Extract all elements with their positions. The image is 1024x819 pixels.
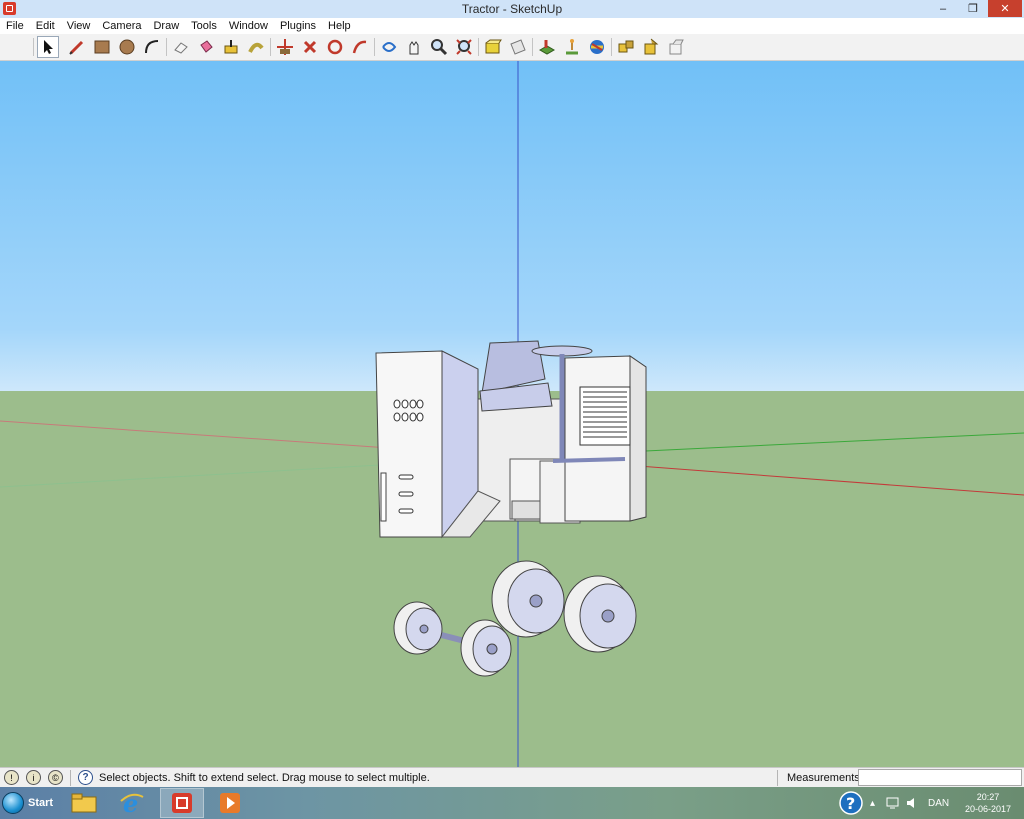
photo-textures-icon[interactable] bbox=[562, 37, 582, 57]
zoom-extents-icon[interactable] bbox=[454, 37, 474, 57]
sketchup-icon[interactable] bbox=[160, 788, 204, 818]
tractor-scene bbox=[0, 61, 1024, 767]
street-view-icon[interactable] bbox=[587, 37, 607, 57]
toolbar-separator bbox=[33, 38, 34, 56]
clock-date: 20-06-2017 bbox=[964, 804, 1012, 814]
follow-me-icon[interactable] bbox=[246, 37, 266, 57]
toolbar-separator bbox=[611, 38, 612, 56]
status-separator bbox=[70, 770, 71, 786]
engine-grille bbox=[579, 386, 631, 446]
internet-explorer-icon[interactable]: e bbox=[110, 788, 154, 818]
toolbar-separator bbox=[166, 38, 167, 56]
rectangle-icon[interactable] bbox=[92, 37, 112, 57]
front-left-hub bbox=[419, 624, 429, 634]
geo-location-icon[interactable]: ! bbox=[4, 770, 19, 785]
network-icon[interactable] bbox=[886, 787, 900, 819]
restore-button[interactable]: ❐ bbox=[958, 0, 988, 17]
offset-icon[interactable] bbox=[350, 37, 370, 57]
tray-help-icon[interactable]: ? bbox=[838, 787, 864, 819]
menu-plugins[interactable]: Plugins bbox=[274, 20, 322, 32]
toolbar-separator bbox=[374, 38, 375, 56]
rear-right-hub bbox=[601, 609, 615, 623]
close-button[interactable]: ✕ bbox=[988, 0, 1022, 17]
share-component-icon[interactable] bbox=[666, 37, 686, 57]
status-separator bbox=[777, 770, 778, 786]
modeling-viewport[interactable] bbox=[0, 61, 1024, 767]
status-message: Select objects. Shift to extend select. … bbox=[99, 772, 430, 784]
menu-camera[interactable]: Camera bbox=[96, 20, 147, 32]
windows-orb-icon bbox=[2, 792, 24, 814]
scale-icon[interactable] bbox=[325, 37, 345, 57]
circle-icon[interactable] bbox=[117, 37, 137, 57]
clock-time: 20:27 bbox=[976, 792, 1000, 802]
media-player-icon[interactable] bbox=[208, 788, 252, 818]
toolbar-separator bbox=[270, 38, 271, 56]
front-right-hub bbox=[486, 643, 498, 655]
measurements-label: Measurements bbox=[787, 772, 860, 784]
svg-text:?: ? bbox=[846, 794, 855, 813]
windows-taskbar: Start e ? ▴ DAN 20:27 20-06-2017 bbox=[0, 787, 1024, 819]
panel-lever bbox=[380, 472, 387, 522]
start-button[interactable]: Start bbox=[2, 790, 58, 816]
push-pull-icon[interactable] bbox=[221, 37, 241, 57]
menu-bar: File Edit View Camera Draw Tools Window … bbox=[0, 18, 1024, 34]
select-icon[interactable] bbox=[37, 36, 59, 58]
pan-icon[interactable] bbox=[404, 37, 424, 57]
title-bar: Tractor - SketchUp ‒ ❐ ✕ bbox=[0, 0, 1024, 19]
start-label: Start bbox=[28, 797, 54, 809]
section-plane-icon[interactable] bbox=[508, 37, 528, 57]
rear-left-hub bbox=[529, 594, 543, 608]
file-explorer-icon[interactable] bbox=[62, 788, 106, 818]
user-icon[interactable]: © bbox=[48, 770, 63, 785]
minimize-button[interactable]: ‒ bbox=[928, 0, 958, 17]
menu-window[interactable]: Window bbox=[223, 20, 274, 32]
components-icon[interactable] bbox=[483, 37, 503, 57]
menu-edit[interactable]: Edit bbox=[30, 20, 61, 32]
measurements-input[interactable] bbox=[858, 769, 1022, 786]
rotate-icon[interactable] bbox=[300, 37, 320, 57]
volume-icon[interactable] bbox=[905, 787, 919, 819]
window-title: Tractor - SketchUp bbox=[461, 2, 563, 16]
eraser-icon[interactable] bbox=[171, 37, 191, 57]
toolbar-separator bbox=[478, 38, 479, 56]
menu-file[interactable]: File bbox=[0, 20, 30, 32]
menu-help[interactable]: Help bbox=[322, 20, 357, 32]
system-clock[interactable]: 20:27 20-06-2017 bbox=[960, 791, 1016, 815]
paint-bucket-icon[interactable] bbox=[196, 37, 216, 57]
menu-draw[interactable]: Draw bbox=[147, 20, 185, 32]
pedal-bar bbox=[552, 457, 626, 463]
arc-icon[interactable] bbox=[142, 37, 162, 57]
menu-tools[interactable]: Tools bbox=[185, 20, 223, 32]
large-toolset-toolbar bbox=[0, 34, 1024, 61]
engine-hood-side bbox=[629, 355, 647, 522]
move-icon[interactable] bbox=[275, 37, 295, 57]
menu-view[interactable]: View bbox=[61, 20, 97, 32]
pencil-icon[interactable] bbox=[67, 37, 87, 57]
input-language[interactable]: DAN bbox=[928, 787, 949, 819]
show-hidden-icons-icon[interactable]: ▴ bbox=[870, 787, 875, 819]
status-bar: ! i © ? Select objects. Shift to extend … bbox=[0, 767, 1024, 788]
instructor-help-icon[interactable]: ? bbox=[78, 770, 93, 785]
zoom-icon[interactable] bbox=[429, 37, 449, 57]
share-model-icon[interactable] bbox=[641, 37, 661, 57]
credits-icon[interactable]: i bbox=[26, 770, 41, 785]
add-location-icon[interactable] bbox=[537, 37, 557, 57]
get-models-icon[interactable] bbox=[616, 37, 636, 57]
orbit-icon[interactable] bbox=[379, 37, 399, 57]
toolbar-separator bbox=[532, 38, 533, 56]
